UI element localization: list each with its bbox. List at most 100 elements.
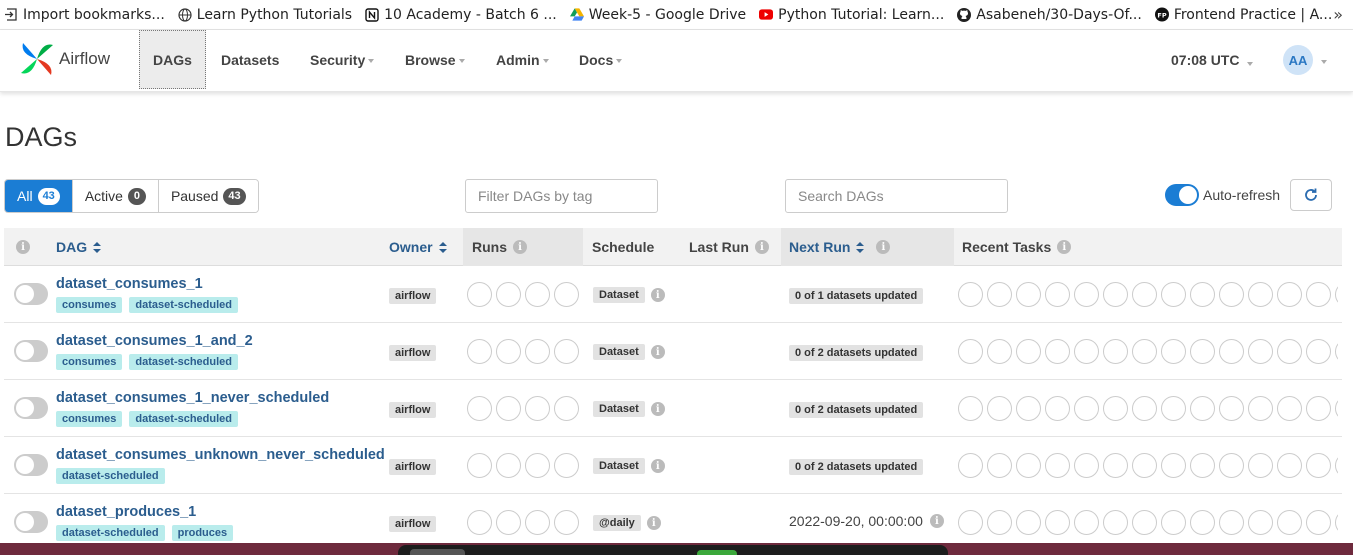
task-status-circle[interactable] bbox=[1248, 510, 1273, 535]
bookmark-python-tutorial[interactable]: Python Tutorial: Learn... bbox=[759, 7, 944, 23]
run-status-circle[interactable] bbox=[467, 396, 492, 421]
next-run-badge[interactable]: 0 of 2 datasets updated bbox=[789, 459, 924, 475]
pause-toggle[interactable] bbox=[14, 511, 48, 533]
pause-toggle[interactable] bbox=[14, 397, 48, 419]
dag-link[interactable]: dataset_consumes_1 bbox=[56, 276, 203, 292]
task-status-circle[interactable] bbox=[1248, 396, 1273, 421]
task-status-circle[interactable] bbox=[1074, 453, 1099, 478]
column-next-run[interactable]: Next Run i bbox=[781, 228, 954, 266]
task-status-circle[interactable] bbox=[1277, 339, 1302, 364]
filter-active-button[interactable]: Active 0 bbox=[72, 180, 159, 212]
dag-tag[interactable]: consumes bbox=[56, 411, 123, 427]
filter-all-button[interactable]: All 43 bbox=[5, 180, 73, 212]
task-status-circle[interactable] bbox=[1190, 453, 1215, 478]
pause-toggle[interactable] bbox=[14, 454, 48, 476]
search-input[interactable] bbox=[785, 179, 1008, 213]
chevron-down-icon[interactable] bbox=[1321, 60, 1327, 64]
task-status-circle[interactable] bbox=[1277, 396, 1302, 421]
info-icon[interactable]: i bbox=[650, 459, 665, 473]
owner-badge[interactable]: airflow bbox=[389, 345, 437, 361]
run-status-circle[interactable] bbox=[525, 282, 550, 307]
run-status-circle[interactable] bbox=[467, 510, 492, 535]
schedule-badge[interactable]: Dataset bbox=[593, 401, 645, 417]
auto-refresh-toggle[interactable] bbox=[1165, 184, 1199, 206]
task-status-circle[interactable] bbox=[1016, 282, 1041, 307]
task-status-circle[interactable] bbox=[1161, 282, 1186, 307]
schedule-badge[interactable]: Dataset bbox=[593, 344, 645, 360]
dag-link[interactable]: dataset_consumes_1_never_scheduled bbox=[56, 390, 329, 406]
info-icon[interactable]: i bbox=[1057, 240, 1072, 254]
info-icon[interactable]: i bbox=[650, 288, 665, 302]
task-status-circle[interactable] bbox=[1190, 510, 1215, 535]
owner-badge[interactable]: airflow bbox=[389, 288, 437, 304]
utc-clock[interactable]: 07:08 UTC bbox=[1171, 52, 1254, 68]
task-status-circle[interactable] bbox=[1016, 339, 1041, 364]
task-status-circle[interactable] bbox=[987, 453, 1012, 478]
run-status-circle[interactable] bbox=[525, 339, 550, 364]
task-status-circle[interactable] bbox=[1161, 396, 1186, 421]
run-status-circle[interactable] bbox=[554, 510, 579, 535]
task-status-circle[interactable] bbox=[1074, 510, 1099, 535]
task-status-circle[interactable] bbox=[1335, 510, 1338, 535]
info-icon[interactable]: i bbox=[650, 345, 665, 359]
task-status-circle[interactable] bbox=[1161, 453, 1186, 478]
info-icon[interactable]: i bbox=[16, 240, 30, 254]
task-status-circle[interactable] bbox=[1103, 453, 1128, 478]
dag-tag[interactable]: consumes bbox=[56, 297, 123, 313]
task-status-circle[interactable] bbox=[1248, 453, 1273, 478]
next-run-badge[interactable]: 0 of 1 datasets updated bbox=[789, 288, 924, 304]
bookmark-10-academy[interactable]: 10 Academy - Batch 6 ... bbox=[365, 7, 557, 23]
task-status-circle[interactable] bbox=[1306, 339, 1331, 364]
task-status-circle[interactable] bbox=[1219, 453, 1244, 478]
task-status-circle[interactable] bbox=[1277, 510, 1302, 535]
owner-badge[interactable]: airflow bbox=[389, 516, 437, 532]
task-status-circle[interactable] bbox=[1103, 510, 1128, 535]
task-status-circle[interactable] bbox=[987, 339, 1012, 364]
task-status-circle[interactable] bbox=[1219, 396, 1244, 421]
task-status-circle[interactable] bbox=[1161, 339, 1186, 364]
run-status-circle[interactable] bbox=[496, 396, 521, 421]
refresh-button[interactable] bbox=[1290, 179, 1332, 211]
task-status-circle[interactable] bbox=[1219, 510, 1244, 535]
task-status-circle[interactable] bbox=[1016, 396, 1041, 421]
task-status-circle[interactable] bbox=[1190, 339, 1215, 364]
task-status-circle[interactable] bbox=[1045, 339, 1070, 364]
run-status-circle[interactable] bbox=[525, 396, 550, 421]
run-status-circle[interactable] bbox=[496, 510, 521, 535]
next-run-badge[interactable]: 0 of 2 datasets updated bbox=[789, 402, 924, 418]
dag-tag[interactable]: dataset-scheduled bbox=[129, 354, 239, 370]
run-status-circle[interactable] bbox=[496, 282, 521, 307]
pause-toggle[interactable] bbox=[14, 283, 48, 305]
task-status-circle[interactable] bbox=[1074, 282, 1099, 307]
run-status-circle[interactable] bbox=[525, 510, 550, 535]
task-status-circle[interactable] bbox=[1074, 396, 1099, 421]
task-status-circle[interactable] bbox=[1248, 282, 1273, 307]
nav-browse[interactable]: Browse bbox=[392, 30, 478, 89]
owner-badge[interactable]: airflow bbox=[389, 459, 437, 475]
schedule-badge[interactable]: Dataset bbox=[593, 287, 645, 303]
info-icon[interactable]: i bbox=[876, 240, 891, 254]
task-status-circle[interactable] bbox=[1277, 282, 1302, 307]
task-status-circle[interactable] bbox=[958, 453, 983, 478]
task-status-circle[interactable] bbox=[1335, 282, 1338, 307]
task-status-circle[interactable] bbox=[1306, 510, 1331, 535]
run-status-circle[interactable] bbox=[496, 339, 521, 364]
pause-toggle[interactable] bbox=[14, 340, 48, 362]
run-status-circle[interactable] bbox=[554, 453, 579, 478]
task-status-circle[interactable] bbox=[1190, 396, 1215, 421]
info-icon[interactable]: i bbox=[754, 240, 769, 254]
more-bookmarks-icon[interactable]: » bbox=[1333, 5, 1343, 24]
task-status-circle[interactable] bbox=[1103, 396, 1128, 421]
column-owner[interactable]: Owner bbox=[389, 228, 447, 266]
nav-docs[interactable]: Docs bbox=[566, 30, 635, 89]
task-status-circle[interactable] bbox=[958, 510, 983, 535]
dag-link[interactable]: dataset_consumes_unknown_never_scheduled bbox=[56, 447, 385, 463]
task-status-circle[interactable] bbox=[1045, 282, 1070, 307]
task-status-circle[interactable] bbox=[987, 396, 1012, 421]
filter-paused-button[interactable]: Paused 43 bbox=[158, 180, 258, 212]
dag-tag[interactable]: dataset-scheduled bbox=[129, 297, 239, 313]
dag-link[interactable]: dataset_consumes_1_and_2 bbox=[56, 333, 253, 349]
task-status-circle[interactable] bbox=[1045, 453, 1070, 478]
run-status-circle[interactable] bbox=[496, 453, 521, 478]
task-status-circle[interactable] bbox=[1132, 339, 1157, 364]
